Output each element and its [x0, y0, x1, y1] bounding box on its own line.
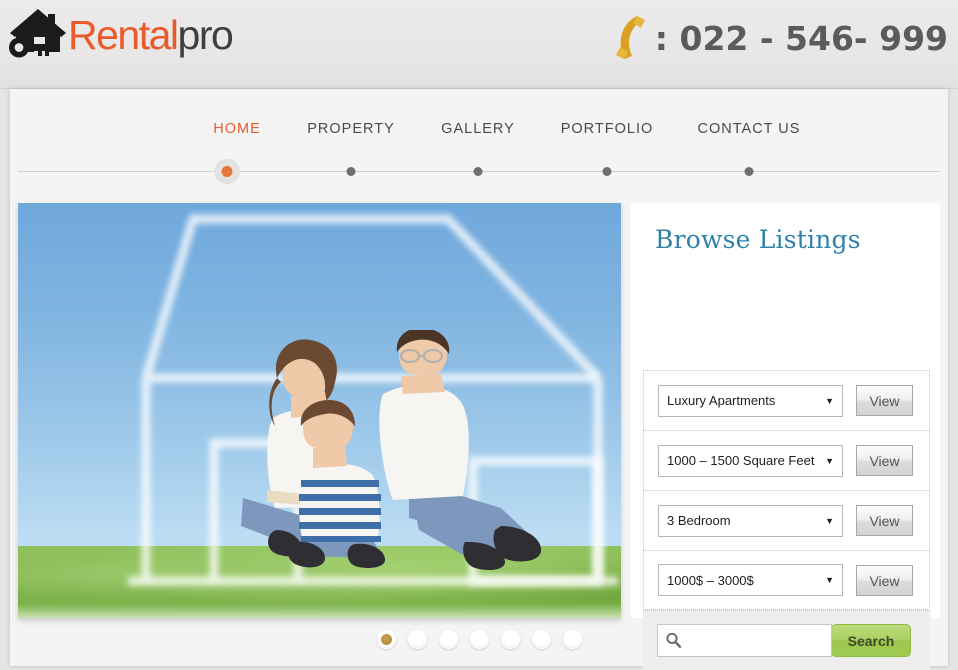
nav-list: HOME PROPERTY GALLERY PORTFOLIO CONTACT … [10, 121, 948, 143]
chevron-down-icon: ▼ [825, 575, 834, 585]
logo-text-secondary: pro [177, 11, 234, 58]
phone-number: : 022 - 546- 999 [654, 18, 948, 58]
filter-row-property-type: Luxury Apartments ▼ View [643, 370, 930, 430]
property-type-select[interactable]: Luxury Apartments ▼ [658, 384, 843, 417]
family-photo-subject [241, 330, 542, 570]
filter-row-area: 1000 – 1500 Square Feet ▼ View [643, 430, 930, 490]
page-container: HOME PROPERTY GALLERY PORTFOLIO CONTACT … [10, 89, 948, 670]
carousel-pagination [10, 630, 948, 649]
chevron-down-icon: ▼ [825, 395, 834, 406]
carousel-dot-7[interactable] [562, 630, 582, 649]
logo[interactable]: Rentalpro [8, 8, 234, 60]
logo-text: Rentalpro [68, 11, 234, 58]
nav-item-property[interactable]: PROPERTY [307, 121, 395, 137]
carousel-dot-3[interactable] [438, 630, 458, 649]
header-phone: : 022 - 546- 999 [607, 12, 948, 64]
carousel-dot-1[interactable] [376, 630, 396, 649]
filter-row-price: 1000$ – 3000$ ▼ View [643, 550, 930, 610]
panel-title: Browse Listings [655, 225, 861, 254]
hero-slider-image[interactable] [18, 203, 621, 618]
view-button-property-type[interactable]: View [856, 385, 913, 416]
house-with-key-icon [8, 8, 66, 60]
carousel-dot-2[interactable] [407, 630, 427, 649]
price-value: 1000$ – 3000$ [667, 572, 754, 588]
nav-dot-portfolio[interactable] [602, 167, 612, 176]
area-value: 1000 – 1500 Square Feet [667, 453, 815, 468]
carousel-dot-4[interactable] [469, 630, 489, 649]
view-button-bedrooms[interactable]: View [856, 505, 913, 536]
property-type-value: Luxury Apartments [667, 393, 776, 408]
nav-dot-property[interactable] [346, 167, 356, 176]
logo-text-primary: Rental [68, 11, 179, 58]
carousel-dot-6[interactable] [531, 630, 551, 649]
phone-handset-icon [607, 12, 651, 64]
nav-item-home[interactable]: HOME [213, 121, 261, 137]
chevron-down-icon: ▼ [825, 515, 834, 526]
nav-dot-home[interactable] [214, 159, 240, 184]
nav-dot-contact-us[interactable] [744, 167, 754, 176]
filter-row-bedrooms: 3 Bedroom ▼ View [643, 490, 930, 550]
view-button-area[interactable]: View [856, 445, 913, 476]
site-header: Rentalpro : 022 - 546- 999 [0, 0, 958, 89]
price-select[interactable]: 1000$ – 3000$ ▼ [658, 564, 843, 596]
filter-list: Luxury Apartments ▼ View 1000 – 1500 Squ… [643, 370, 930, 610]
chevron-down-icon: ▼ [825, 455, 834, 466]
view-button-price[interactable]: View [856, 564, 913, 596]
nav-item-portfolio[interactable]: PORTFOLIO [561, 121, 654, 137]
area-select[interactable]: 1000 – 1500 Square Feet ▼ [658, 444, 843, 477]
browse-listings-panel: Browse Listings Luxury Apartments ▼ View… [631, 203, 940, 670]
carousel-dot-5[interactable] [500, 630, 520, 649]
main-navigation: HOME PROPERTY GALLERY PORTFOLIO CONTACT … [10, 89, 948, 185]
bedrooms-select[interactable]: 3 Bedroom ▼ [658, 504, 843, 537]
bedrooms-value: 3 Bedroom [667, 513, 731, 528]
nav-item-contact-us[interactable]: CONTACT US [698, 121, 801, 137]
nav-item-gallery[interactable]: GALLERY [441, 121, 515, 137]
nav-dot-gallery[interactable] [473, 167, 483, 176]
